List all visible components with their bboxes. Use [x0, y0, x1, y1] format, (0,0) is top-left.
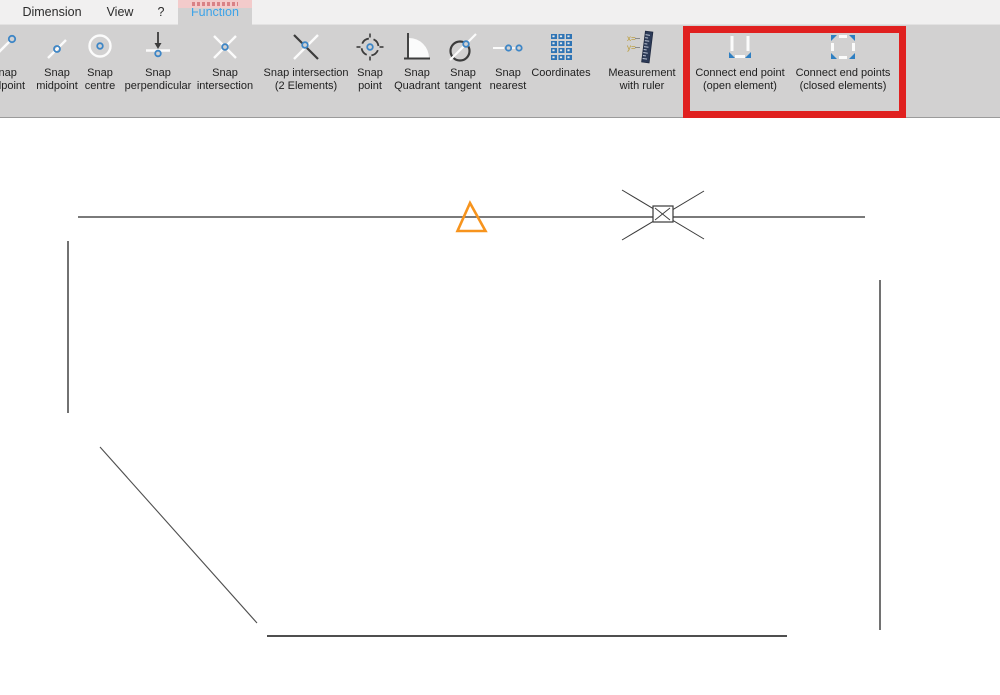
snap-midpoint-icon — [39, 29, 75, 65]
tab-help[interactable]: ? — [150, 0, 172, 25]
snap-intersection-icon — [207, 29, 243, 65]
button-label: Snap endpoint — [0, 67, 26, 92]
svg-text:y=: y= — [627, 43, 636, 52]
button-label: Snap point — [357, 67, 383, 92]
button-label: Snap nearest — [489, 67, 527, 92]
tab-view[interactable]: View — [98, 0, 142, 25]
drawing-line — [99, 446, 258, 624]
button-label: Measurement with ruler — [608, 67, 676, 92]
contextual-tab-strip — [178, 0, 252, 8]
snap-intersection-2-elements-icon — [288, 29, 324, 65]
button-label: Snap perpendicular — [124, 67, 192, 92]
connect-end-point-open-button[interactable]: Connect end point (open element) — [684, 29, 796, 92]
connect-closed-elements-icon — [825, 29, 861, 65]
ribbon-tab-bar: Dimension View ? Function — [0, 0, 1000, 25]
tab-dimension[interactable]: Dimension — [17, 0, 87, 25]
drawing-canvas-area[interactable] — [0, 119, 1000, 695]
measurement-with-ruler-button[interactable]: x= y= Measurement with ruler — [596, 29, 688, 92]
button-label: Snap Quadrant — [394, 67, 440, 92]
snap-tangent-button[interactable]: Snap tangent — [437, 29, 489, 92]
snap-intersection-2-elements-button[interactable]: Snap intersection (2 Elements) — [255, 29, 357, 92]
snap-tangent-icon — [445, 29, 481, 65]
button-label: Snap tangent — [444, 67, 482, 92]
button-label: Snap midpoint — [36, 67, 78, 92]
snap-endpoint-icon — [0, 29, 22, 65]
snap-quadrant-icon — [399, 29, 435, 65]
coordinates-button[interactable]: Coordinates — [523, 29, 599, 80]
button-label: Snap centre — [84, 67, 116, 92]
button-label: Snap intersection — [196, 67, 254, 92]
coordinates-icon — [543, 29, 579, 65]
clipped-contextual-label — [192, 2, 238, 6]
svg-text:x=: x= — [627, 34, 636, 43]
snap-intersection-button[interactable]: Snap intersection — [184, 29, 266, 92]
button-label: Snap intersection (2 Elements) — [263, 67, 349, 92]
button-label: Coordinates — [531, 67, 591, 79]
snap-nearest-icon — [490, 29, 526, 65]
measurement-ruler-icon: x= y= — [624, 29, 660, 65]
ribbon-toolbar: Snap endpoint Snap midpoint Snap centre — [0, 25, 1000, 138]
connect-end-points-closed-button[interactable]: Connect end points (closed elements) — [786, 29, 900, 92]
snap-point-icon — [352, 29, 388, 65]
snap-perpendicular-icon — [140, 29, 176, 65]
connect-open-element-icon — [722, 29, 758, 65]
button-label: Connect end points (closed elements) — [795, 67, 891, 92]
drawing-canvas[interactable] — [0, 119, 1000, 695]
button-label: Connect end point (open element) — [695, 67, 785, 92]
